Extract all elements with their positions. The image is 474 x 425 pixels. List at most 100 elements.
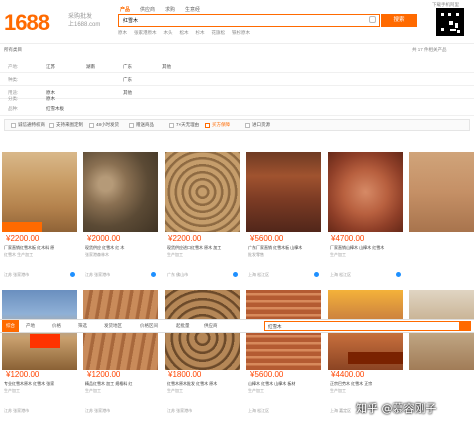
result-count: 共 17 件相关产品 [412, 47, 447, 52]
product-subtitle: 生产加工 [248, 388, 264, 393]
qr-code[interactable] [436, 8, 464, 36]
product-title[interactable]: 精品红雪木 加工 规格料 红 [85, 381, 159, 387]
product-title[interactable]: 广东厂家直销 红雪木板 山樟木 [248, 245, 322, 251]
product-title[interactable]: 正宗巴劳木 红雪木 正宗 [330, 381, 404, 387]
product-subtitle: 生产加工 [4, 388, 20, 393]
product-image[interactable] [246, 152, 321, 232]
product-subtitle: 张家港森林木 [85, 252, 109, 257]
sticky-filter-item[interactable]: 筛选 [78, 323, 87, 329]
product-title[interactable]: 现货供应进口红雪木 原木 加工 [167, 245, 241, 251]
product-price: ¥4700.00 [331, 234, 365, 243]
product-location: 江苏 张家港市 [85, 408, 111, 413]
site-slogan: 采购批发 上1688.com [68, 13, 100, 29]
product-subtitle: 生产加工 [167, 252, 183, 257]
search-button[interactable]: 搜索 [381, 14, 417, 27]
product-subtitle: 批发零售 [248, 252, 264, 257]
product-location: 江苏 张家港市 [167, 408, 193, 413]
filter-row-variety: 品种: 红雪木板 [0, 102, 474, 116]
product-price: ¥2200.00 [168, 234, 202, 243]
breadcrumb[interactable]: 所有类目 [4, 47, 22, 53]
filter-option[interactable]: 江苏 [46, 64, 55, 70]
filter-option[interactable]: 其他 [162, 64, 171, 70]
sticky-filter-item[interactable]: 供应商 [204, 323, 218, 329]
camera-icon[interactable] [369, 16, 376, 23]
sticky-filter-item[interactable]: 起批量 [176, 323, 190, 329]
watermark: 知乎 @慕容刚子 [356, 402, 437, 415]
product-location: 上海 松江区 [248, 408, 270, 413]
filter-checkbox[interactable]: 支持来图定制 [49, 122, 83, 128]
product-location: 江苏 张家港市 [4, 272, 30, 277]
hot-search-item[interactable]: 松木 [180, 30, 189, 36]
product-price: ¥4400.00 [331, 370, 365, 379]
product-title[interactable]: 红雪木原木批发 红雪木 原木 [167, 381, 241, 387]
chat-icon[interactable] [396, 272, 401, 277]
search-type-tabs: 产品 供应商 求购 生意经 [120, 6, 200, 13]
product-image[interactable] [2, 152, 77, 232]
hot-search-item[interactable]: 铁杉原木 [232, 30, 250, 36]
product-title[interactable]: 厂家直销红雪木板 红木料 原 [4, 245, 78, 251]
filter-checkbox[interactable]: 7×天无理由 [169, 122, 199, 128]
hot-search-item[interactable]: 花旗松 [212, 30, 226, 36]
product-price: ¥2200.00 [6, 234, 40, 243]
filter-row-origin: 产地: 江苏 湖南 广东 其他 [0, 60, 474, 73]
header-divider [0, 43, 474, 44]
sticky-filter-item[interactable]: 价格区间 [140, 323, 158, 329]
product-price: ¥5600.00 [250, 370, 284, 379]
search-box [118, 14, 380, 27]
filter-row-class: 分类: 原木 [0, 92, 474, 102]
product-price: ¥5600.00 [250, 234, 284, 243]
product-location: 江苏 张家港市 [4, 408, 30, 413]
chat-icon[interactable] [314, 272, 319, 277]
search-input[interactable] [119, 15, 359, 25]
filter-checkbox[interactable]: 诚信通特权商 [11, 122, 45, 128]
product-price: ¥1800.00 [168, 370, 202, 379]
product-location: 江苏 张家港市 [85, 272, 111, 277]
hot-search-item[interactable]: 张家港原木 [134, 30, 157, 36]
product-subtitle: 生产加工 [167, 388, 183, 393]
sticky-filter-item[interactable]: 发货地区 [104, 323, 122, 329]
product-location: 上海 嘉定区 [330, 408, 352, 413]
filter-option[interactable]: 红雪木板 [46, 106, 64, 112]
filter-label: 品种: [8, 106, 19, 111]
hot-search-item[interactable]: 原木 [118, 30, 127, 36]
product-title[interactable]: 专业红雪木原木 红雪木 张家 [4, 381, 78, 387]
service-filter-bar: 诚信通特权商 支持来图定制 48小时发货 赠送商品 7×天无理由 买方保障 进口… [4, 119, 470, 131]
filter-checkbox[interactable]: 进口货源 [245, 122, 270, 128]
product-title[interactable]: 山樟木 红雪木 山樟木 板材 [248, 381, 322, 387]
product-title[interactable]: 厂家直销山樟木 山樟木 红雪木 [330, 245, 404, 251]
filter-option[interactable]: 广东 [123, 77, 132, 83]
product-location: 上海 松江区 [330, 272, 352, 277]
filter-label: 产地: [8, 64, 19, 69]
filter-checkbox[interactable]: 赠送商品 [129, 122, 154, 128]
sort-default[interactable]: 综合 [2, 320, 19, 332]
sticky-filter-item[interactable]: 价格 [52, 323, 61, 329]
hot-search-list: 原木 张家港原木 木头 松木 杉木 花旗松 铁杉原木 [118, 30, 250, 36]
hot-search-item[interactable]: 杉木 [196, 30, 205, 36]
product-subtitle: 生产加工 [85, 388, 101, 393]
tab-suppliers[interactable]: 供应商 [140, 6, 155, 13]
sticky-filter-item[interactable]: 产地 [26, 323, 35, 329]
product-image[interactable] [328, 152, 403, 232]
tab-business[interactable]: 生意经 [185, 6, 200, 13]
product-title[interactable]: 现货供应 红雪木 红 木 [85, 245, 159, 251]
chat-icon[interactable] [233, 272, 238, 277]
tab-buying[interactable]: 求购 [165, 6, 175, 13]
site-logo[interactable]: 1688 [4, 10, 50, 36]
slogan-line-2: 上1688.com [68, 22, 101, 28]
chat-icon[interactable] [151, 272, 156, 277]
tab-products[interactable]: 产品 [120, 6, 130, 13]
filter-option[interactable]: 广东 [123, 64, 132, 70]
product-price: ¥2000.00 [87, 234, 121, 243]
filter-checkbox[interactable]: 48小时发货 [89, 122, 119, 128]
product-subtitle: 生产加工 [330, 388, 346, 393]
chat-icon[interactable] [70, 272, 75, 277]
product-image[interactable] [409, 152, 474, 232]
filter-checkbox[interactable]: 买方保障 [205, 122, 230, 128]
product-location: 广东 佛山市 [167, 272, 189, 277]
product-image[interactable] [83, 152, 158, 232]
sticky-search-input[interactable]: 红雪木 [264, 321, 471, 331]
product-subtitle: 红雪木 生产加工 [4, 252, 34, 257]
hot-search-item[interactable]: 木头 [164, 30, 173, 36]
product-image[interactable] [165, 152, 240, 232]
filter-option[interactable]: 湖南 [86, 64, 95, 70]
